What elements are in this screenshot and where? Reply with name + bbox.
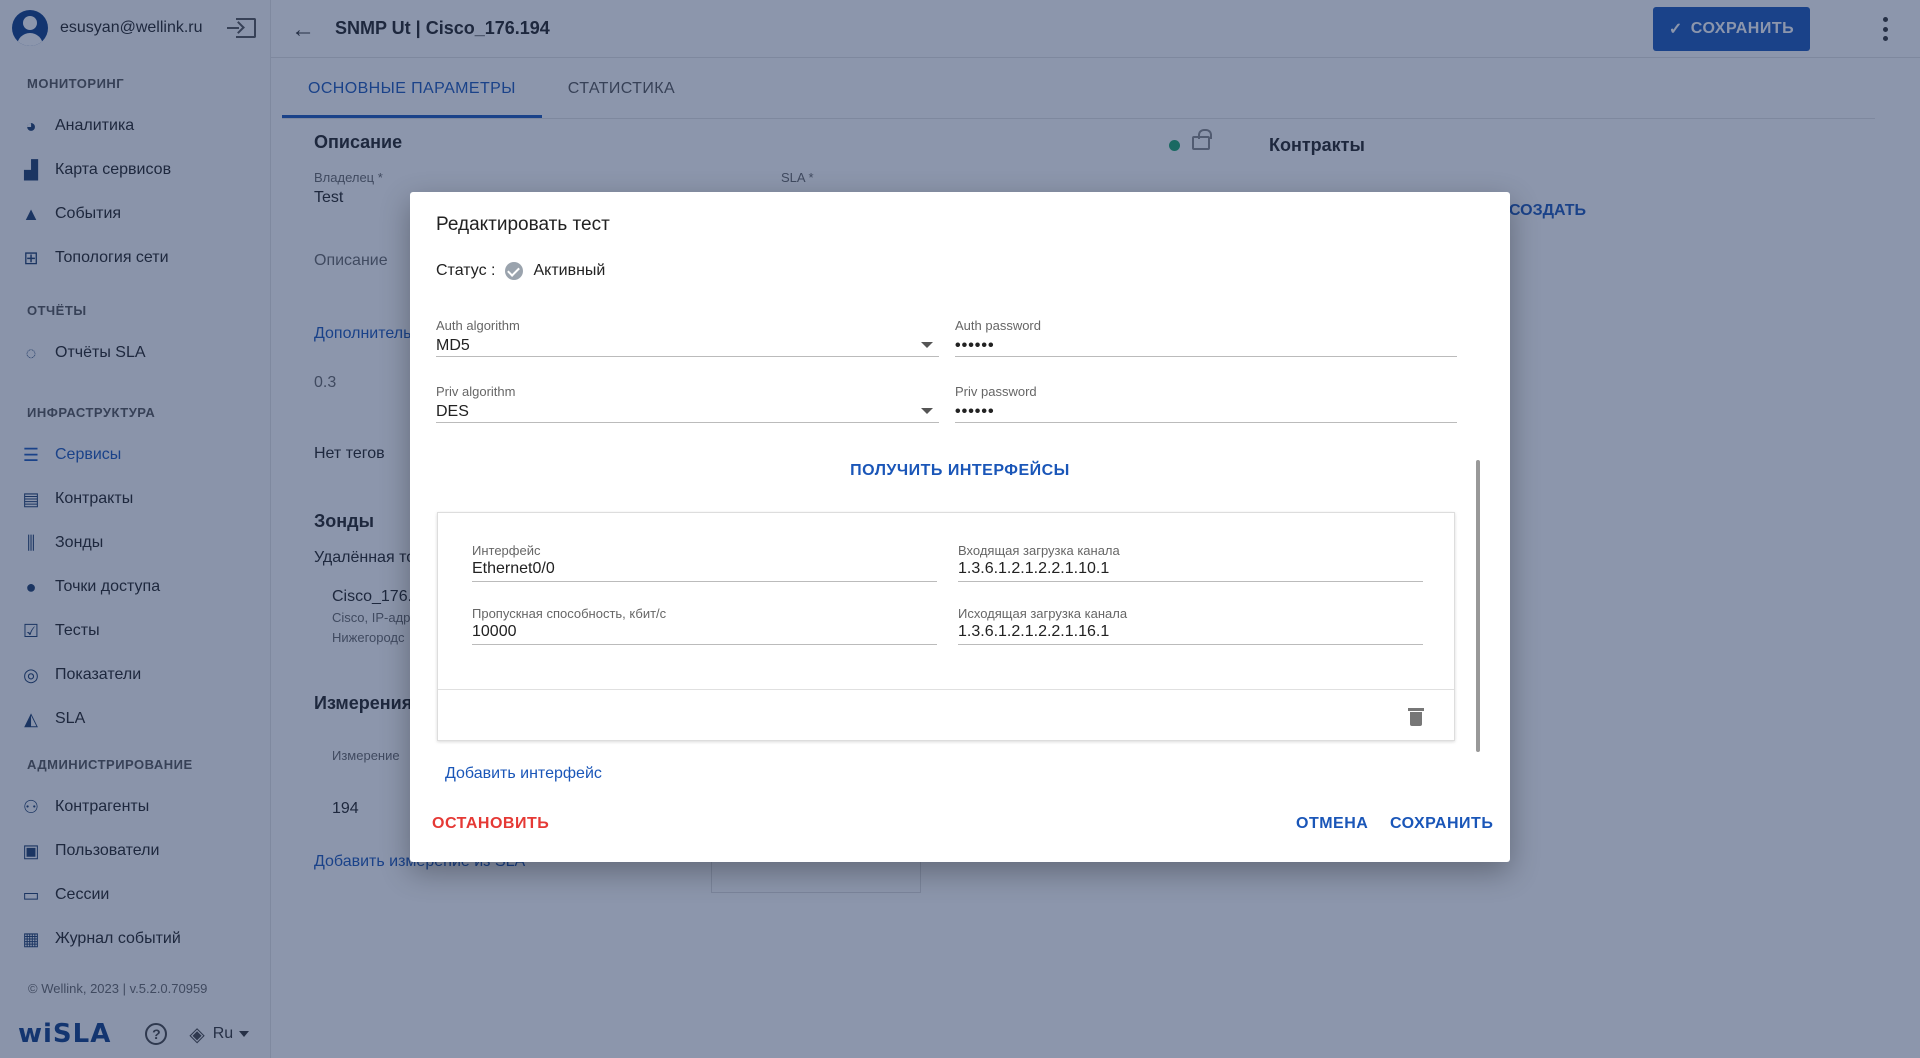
incoming-load-label: Входящая загрузка канала <box>958 543 1120 558</box>
priv-algorithm-value: DES <box>436 403 469 420</box>
auth-password-label: Auth password <box>955 318 1041 333</box>
interface-name-value: Ethernet0/0 <box>472 560 555 577</box>
dialog-save-button[interactable]: СОХРАНИТЬ <box>1390 815 1493 833</box>
status-row: Статус : Активный <box>436 262 605 280</box>
bandwidth-value: 10000 <box>472 623 517 640</box>
priv-password-value: •••••• <box>955 403 995 420</box>
dropdown-arrow-icon <box>921 408 933 414</box>
interface-card: Интерфейс Ethernet0/0 Входящая загрузка … <box>437 512 1455 741</box>
add-interface-link[interactable]: Добавить интерфейс <box>445 765 602 783</box>
get-interfaces-button[interactable]: ПОЛУЧИТЬ ИНТЕРФЕЙСЫ <box>410 462 1510 480</box>
auth-password-value: •••••• <box>955 337 995 354</box>
status-label: Статус : <box>436 262 496 279</box>
outgoing-load-value: 1.3.6.1.2.1.2.2.1.16.1 <box>958 623 1110 640</box>
edit-test-dialog: Редактировать тест Статус : Активный Aut… <box>410 192 1510 862</box>
stop-button[interactable]: ОСТАНОВИТЬ <box>432 815 549 833</box>
outgoing-load-label: Исходящая загрузка канала <box>958 606 1128 621</box>
dialog-scrollbar[interactable] <box>1476 460 1480 752</box>
dialog-title: Редактировать тест <box>436 214 610 235</box>
interface-name-field[interactable]: Интерфейс Ethernet0/0 <box>472 543 937 582</box>
auth-algorithm-select[interactable]: Auth algorithm MD5 <box>436 318 939 357</box>
outgoing-load-field[interactable]: Исходящая загрузка канала 1.3.6.1.2.1.2.… <box>958 606 1423 645</box>
priv-algorithm-label: Priv algorithm <box>436 384 516 399</box>
auth-algorithm-value: MD5 <box>436 337 470 354</box>
incoming-load-field[interactable]: Входящая загрузка канала 1.3.6.1.2.1.2.2… <box>958 543 1423 582</box>
priv-password-field[interactable]: Priv password •••••• <box>955 384 1457 423</box>
bandwidth-label: Пропускная способность, кбит/с <box>472 606 667 621</box>
delete-icon[interactable] <box>1408 706 1424 726</box>
check-circle-icon <box>505 262 524 280</box>
status-value: Активный <box>533 262 606 279</box>
bandwidth-field[interactable]: Пропускная способность, кбит/с 10000 <box>472 606 937 645</box>
auth-password-field[interactable]: Auth password •••••• <box>955 318 1457 357</box>
card-divider <box>438 689 1454 690</box>
cancel-button[interactable]: ОТМЕНА <box>1296 815 1368 833</box>
priv-algorithm-select[interactable]: Priv algorithm DES <box>436 384 939 423</box>
auth-algorithm-label: Auth algorithm <box>436 318 520 333</box>
dropdown-arrow-icon <box>921 342 933 348</box>
incoming-load-value: 1.3.6.1.2.1.2.2.1.10.1 <box>958 560 1110 577</box>
priv-password-label: Priv password <box>955 384 1037 399</box>
interface-name-label: Интерфейс <box>472 543 541 558</box>
